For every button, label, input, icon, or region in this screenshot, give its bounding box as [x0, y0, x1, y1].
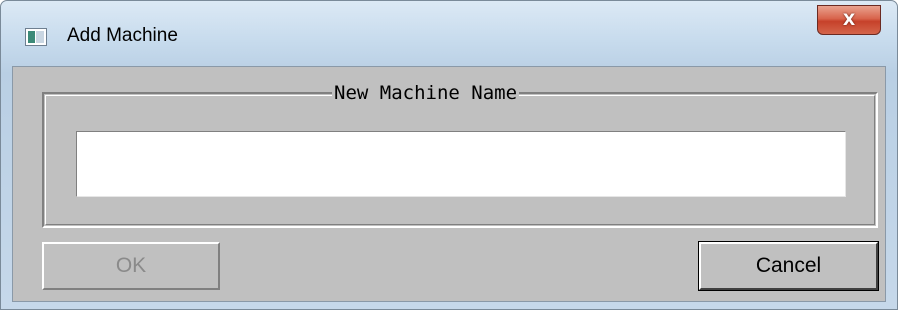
close-icon: X — [842, 10, 856, 29]
title-bar[interactable]: Add Machine X — [1, 1, 897, 67]
ok-button-label: OK — [115, 254, 147, 277]
add-machine-window: Add Machine X New Machine Name OK Cancel — [0, 0, 898, 310]
cancel-button[interactable]: Cancel — [698, 241, 879, 291]
machine-name-input[interactable] — [76, 131, 846, 197]
machine-name-group: New Machine Name — [42, 81, 878, 228]
dialog-body: New Machine Name OK Cancel — [12, 66, 886, 302]
cancel-button-label: Cancel — [755, 254, 822, 277]
app-window-icon — [25, 28, 47, 46]
window-title: Add Machine — [67, 25, 178, 46]
group-label: New Machine Name — [332, 81, 520, 105]
ok-button[interactable]: OK — [42, 242, 220, 290]
close-button[interactable]: X — [817, 5, 881, 35]
